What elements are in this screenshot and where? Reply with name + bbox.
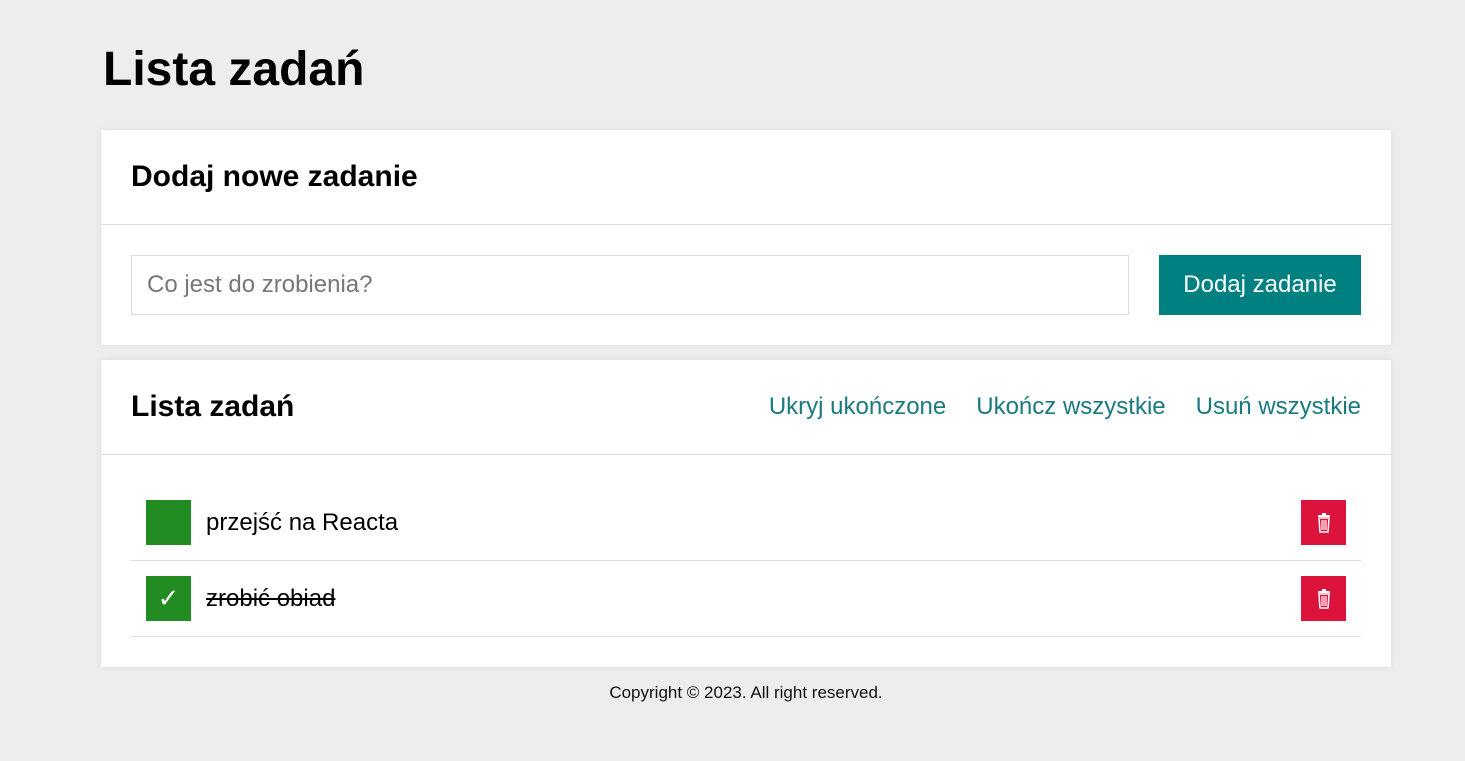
- task-text: zrobić obiad: [206, 584, 336, 612]
- task-item: ✓ zrobić obiad: [131, 561, 1361, 637]
- add-task-title: Dodaj nowe zadanie: [131, 160, 418, 193]
- task-list-title: Lista zadań: [131, 390, 295, 423]
- task-item: przejść na Reacta: [131, 485, 1361, 561]
- complete-all-button[interactable]: Ukończ wszystkie: [976, 393, 1165, 421]
- task-list-body: przejść na Reacta ✓ zrobić obiad: [101, 455, 1391, 667]
- trash-icon: [1317, 588, 1330, 609]
- hide-completed-button[interactable]: Ukryj ukończone: [769, 393, 946, 421]
- task-list: przejść na Reacta ✓ zrobić obiad: [131, 485, 1361, 637]
- add-task-section: Dodaj nowe zadanie Dodaj zadanie: [101, 130, 1391, 345]
- add-task-button[interactable]: Dodaj zadanie: [1159, 255, 1361, 315]
- trash-icon: [1317, 512, 1330, 533]
- toggle-done-button[interactable]: [146, 500, 191, 545]
- copyright-text: Copyright © 2023. All right reserved.: [609, 683, 883, 702]
- check-icon: ✓: [157, 583, 180, 614]
- task-input[interactable]: [131, 255, 1129, 315]
- add-task-header: Dodaj nowe zadanie: [101, 130, 1391, 225]
- page-title: Lista zadań: [103, 43, 365, 96]
- delete-task-button[interactable]: [1301, 500, 1346, 545]
- footer: Copyright © 2023. All right reserved.: [101, 683, 1391, 703]
- app-container: Lista zadań Dodaj nowe zadanie Dodaj zad…: [101, 0, 1391, 703]
- task-text: przejść na Reacta: [206, 508, 399, 536]
- delete-all-button[interactable]: Usuń wszystkie: [1196, 393, 1361, 421]
- task-list-header: Lista zadań Ukryj ukończone Ukończ wszys…: [101, 360, 1391, 455]
- task-list-section: Lista zadań Ukryj ukończone Ukończ wszys…: [101, 360, 1391, 667]
- delete-task-button[interactable]: [1301, 576, 1346, 621]
- add-task-form: Dodaj zadanie: [101, 225, 1391, 345]
- toggle-done-button[interactable]: ✓: [146, 576, 191, 621]
